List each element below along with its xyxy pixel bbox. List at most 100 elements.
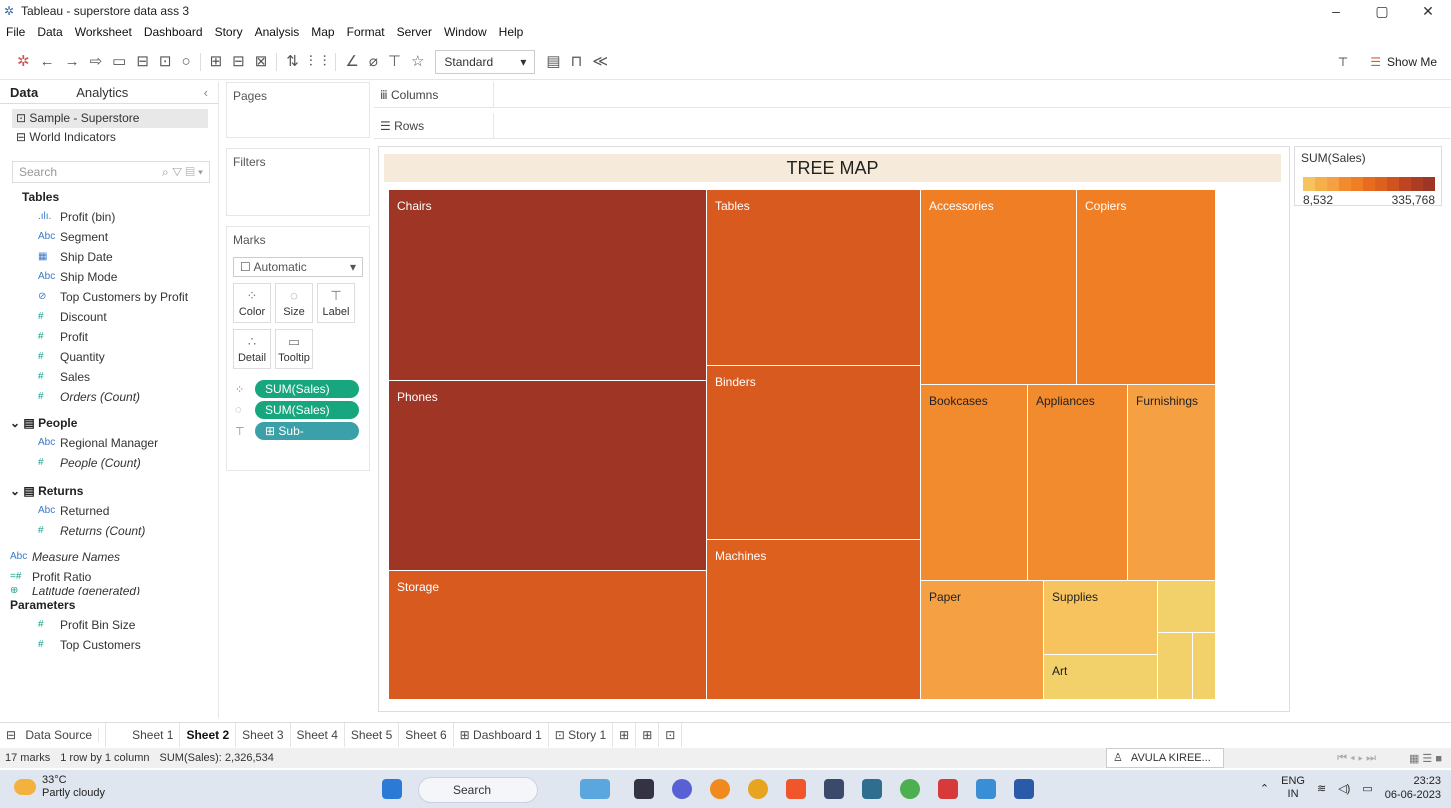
widgets-icon[interactable] (580, 779, 610, 799)
presentation-icon[interactable]: ⊓ (566, 44, 588, 80)
clear-sheet-icon[interactable]: ⊠ (250, 44, 273, 80)
treemap-cell-small-2[interactable] (1158, 633, 1193, 700)
redo-icon[interactable]: → (60, 44, 85, 80)
field-profit-ratio[interactable]: =# Profit Ratio (0, 567, 218, 587)
battery-icon[interactable]: ▭ (1362, 782, 1372, 795)
field-search-input[interactable]: Search ⌕ ▽ ▤ ▾ (12, 161, 210, 183)
clock[interactable]: 23:23 06-06-2023 (1385, 774, 1441, 802)
treemap-cell-appliances[interactable]: Appliances (1028, 385, 1128, 581)
view-mode-icons[interactable]: ▦ ☰ ■ (1404, 752, 1447, 765)
menu-file[interactable]: File (0, 25, 31, 39)
chrome-icon[interactable] (748, 779, 768, 799)
size-button[interactable]: ◌ Size (275, 283, 313, 323)
tab-data[interactable]: Data (0, 82, 48, 103)
duplicate-sheet-icon[interactable]: ⊟ (227, 44, 250, 80)
field-latitude[interactable]: ⊕ Latitude (generated) (0, 587, 218, 595)
columns-shelf[interactable]: ⅲ Columns (374, 82, 1451, 108)
new-worksheet-icon[interactable]: ⊞ (613, 722, 637, 747)
tab-sheet-1[interactable]: Sheet 1 (126, 722, 181, 747)
pill-label-subcategory[interactable]: ⊤ ⊞ Sub-Catego.. (235, 422, 361, 456)
mcafee-icon[interactable] (938, 779, 958, 799)
field-ship-date[interactable]: ▦ Ship Date (0, 247, 218, 267)
tab-sheet-4[interactable]: Sheet 4 (291, 722, 345, 747)
treemap-cell-small-1[interactable] (1158, 581, 1216, 633)
pause-update-icon[interactable]: ⊡ (154, 44, 177, 80)
people-table[interactable]: ⌄ ▤ People (0, 413, 218, 433)
firefox-icon[interactable] (710, 779, 730, 799)
tab-dashboard-1[interactable]: ⊞ Dashboard 1 (454, 722, 549, 747)
save-icon[interactable]: ▭ (107, 44, 131, 80)
sort-desc-icon[interactable]: ⫶ (318, 44, 332, 80)
menu-map[interactable]: Map (305, 25, 340, 39)
undo-icon[interactable]: ← (35, 44, 60, 80)
tab-data-source[interactable]: ⊟ Data Source (0, 722, 107, 747)
swap-icon[interactable]: ⇅ (281, 44, 304, 80)
filters-shelf[interactable]: Filters (226, 148, 370, 216)
sort-asc-icon[interactable]: ⫶ (304, 44, 318, 80)
search-filter-icons[interactable]: ⌕ ▽ ▤ ▾ (162, 165, 203, 180)
app-icon[interactable] (824, 779, 844, 799)
treemap-cell-bookcases[interactable]: Bookcases (921, 385, 1028, 581)
new-worksheet-icon[interactable]: ⊞ (205, 44, 228, 80)
tab-nav-icons[interactable]: ⏮ ◂ ▸ ⏭ (1332, 752, 1381, 765)
chrome-profile-icon[interactable] (900, 779, 920, 799)
menu-story[interactable]: Story (209, 25, 249, 39)
tooltip-button[interactable]: ▭ Tooltip (275, 329, 313, 369)
tableau-taskbar-icon[interactable] (976, 779, 996, 799)
returns-table[interactable]: ⌄ ▤ Returns (0, 481, 218, 501)
menu-help[interactable]: Help (493, 25, 530, 39)
param-top-customers[interactable]: # Top Customers (0, 635, 218, 655)
mark-type-dropdown[interactable]: ☐ Automatic ▾ (233, 257, 363, 277)
field-quantity[interactable]: # Quantity (0, 347, 218, 367)
treemap-cell-supplies[interactable]: Supplies (1044, 581, 1158, 655)
menu-format[interactable]: Format (341, 25, 391, 39)
labels-icon[interactable]: ⊤ (383, 44, 406, 80)
fit-dropdown[interactable]: Standard ▾ (435, 49, 536, 74)
field-people-count[interactable]: # People (Count) (0, 453, 218, 473)
windows-start-icon[interactable] (382, 779, 402, 799)
pin-icon[interactable]: ☆ (406, 44, 429, 80)
field-returned[interactable]: Abc Returned (0, 501, 218, 521)
volume-icon[interactable]: ◁) (1338, 782, 1350, 795)
word-icon[interactable] (1014, 779, 1034, 799)
field-measure-names[interactable]: Abc Measure Names (0, 547, 218, 567)
app-icon-2[interactable] (862, 779, 882, 799)
maximize-button[interactable]: ▢ (1359, 0, 1405, 22)
field-returns-count[interactable]: # Returns (Count) (0, 521, 218, 541)
weather-widget[interactable]: 33°C Partly cloudy (14, 774, 105, 800)
tab-sheet-6[interactable]: Sheet 6 (399, 722, 454, 747)
new-story-icon[interactable]: ⊡ (659, 722, 683, 747)
new-datasource-icon[interactable]: ⊟ (131, 44, 154, 80)
menu-worksheet[interactable]: Worksheet (69, 25, 138, 39)
redo-menu-icon[interactable]: ⇨ (85, 44, 108, 80)
treemap-cell-storage[interactable]: Storage (389, 571, 707, 700)
user-menu[interactable]: ♙ AVULA KIREE... ▾ (1106, 748, 1224, 782)
treemap-cell-tables[interactable]: Tables (707, 190, 921, 366)
menu-analysis[interactable]: Analysis (249, 25, 306, 39)
detail-button[interactable]: ∴ Detail (233, 329, 271, 369)
datasource-world-indicators[interactable]: ⊟ World Indicators (0, 128, 218, 147)
label-button[interactable]: ⊤ Label (317, 283, 355, 323)
color-button[interactable]: ⁘ Color (233, 283, 271, 323)
menu-window[interactable]: Window (438, 25, 493, 39)
treemap-cell-art[interactable]: Art (1044, 655, 1158, 700)
show-cards-icon[interactable]: ▤ (541, 44, 565, 80)
treemap-cell-furnishings[interactable]: Furnishings (1128, 385, 1216, 581)
tableau-home-icon[interactable]: ✲ (12, 44, 35, 80)
tab-analytics[interactable]: Analytics (66, 82, 138, 103)
tab-story-1[interactable]: ⊡ Story 1 (549, 722, 614, 747)
language-indicator[interactable]: ENG IN (1281, 775, 1305, 801)
field-regional-manager[interactable]: Abc Regional Manager (0, 433, 218, 453)
minimize-button[interactable]: – (1313, 0, 1359, 22)
field-segment[interactable]: Abc Segment (0, 227, 218, 247)
color-legend[interactable]: SUM(Sales) 8,532 335,768 (1294, 146, 1442, 207)
pill-size-sales[interactable]: ◌ SUM(Sales) (235, 401, 361, 419)
treemap-cell-binders[interactable]: Binders (707, 366, 921, 540)
param-profit-bin-size[interactable]: # Profit Bin Size (0, 615, 218, 635)
close-button[interactable]: ✕ (1405, 0, 1451, 22)
treemap-cell-machines[interactable]: Machines (707, 540, 921, 700)
pages-shelf[interactable]: Pages (226, 82, 370, 138)
treemap-cell-accessories[interactable]: Accessories (921, 190, 1077, 385)
tooltip-icon[interactable]: ⊤ (1338, 55, 1348, 69)
rows-shelf[interactable]: ☰ Rows (374, 113, 1451, 139)
